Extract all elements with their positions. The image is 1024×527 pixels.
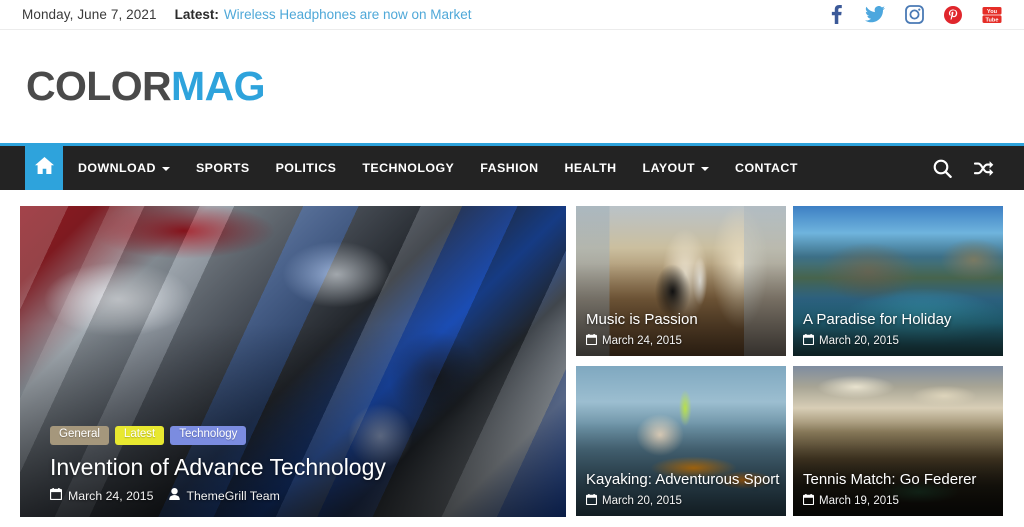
calendar-icon: [49, 488, 63, 503]
post-card-title[interactable]: Tennis Match: Go Federer: [803, 471, 1003, 489]
social-links: You Tube: [826, 5, 1002, 25]
post-card-overlay: Tennis Match: Go Federer March 19, 2015: [793, 471, 1003, 516]
svg-text:You: You: [987, 9, 998, 15]
post-card-date: March 20, 2015: [602, 495, 682, 507]
featured-post-main[interactable]: General Latest Technology Invention of A…: [20, 206, 566, 517]
logo-part-color: COLOR: [26, 63, 172, 109]
chevron-down-icon: [701, 167, 710, 171]
nav-item-contact[interactable]: CONTACT: [722, 146, 811, 190]
nav-item-layout[interactable]: LAYOUT: [630, 146, 723, 190]
nav-item-politics[interactable]: POLITICS: [263, 146, 350, 190]
post-card-date: March 24, 2015: [602, 335, 682, 347]
nav-label: DOWNLOAD: [78, 161, 156, 175]
post-card-meta: March 19, 2015: [802, 494, 1003, 508]
featured-post-meta: March 24, 2015 ThemeGrill Team: [49, 488, 566, 503]
current-date: Monday, June 7, 2021: [22, 7, 157, 22]
nav-label: POLITICS: [275, 161, 337, 175]
secondary-posts-row-top: Music is Passion March 24, 2015 A Paradi…: [576, 206, 1005, 356]
nav-item-technology[interactable]: TECHNOLOGY: [349, 146, 467, 190]
nav-item-download[interactable]: DOWNLOAD: [63, 146, 183, 190]
post-card-meta: March 20, 2015: [802, 334, 1003, 348]
post-card-music[interactable]: Music is Passion March 24, 2015: [576, 206, 786, 356]
nav-label: TECHNOLOGY: [362, 161, 455, 175]
calendar-icon: [802, 334, 815, 348]
nav-item-health[interactable]: HEALTH: [552, 146, 630, 190]
post-card-overlay: Kayaking: Adventurous Sport March 20, 20…: [576, 471, 786, 516]
home-button[interactable]: [25, 146, 63, 190]
random-post-icon[interactable]: [974, 160, 994, 177]
featured-post-title[interactable]: Invention of Advance Technology: [50, 454, 566, 481]
main-navigation: DOWNLOAD SPORTS POLITICS TECHNOLOGY FASH…: [0, 146, 1024, 190]
calendar-icon: [585, 334, 598, 348]
nav-label: CONTACT: [735, 161, 798, 175]
header-logo-area: COLORMAG: [0, 30, 1024, 143]
twitter-icon[interactable]: [865, 5, 885, 25]
category-badges: General Latest Technology: [50, 426, 566, 445]
post-card-overlay: A Paradise for Holiday March 20, 2015: [793, 311, 1003, 356]
post-date: March 24, 2015: [49, 488, 154, 503]
post-date-text: March 24, 2015: [68, 488, 154, 503]
category-badge-latest[interactable]: Latest: [114, 426, 165, 445]
post-card-overlay: Music is Passion March 24, 2015: [576, 311, 786, 356]
post-card-kayaking[interactable]: Kayaking: Adventurous Sport March 20, 20…: [576, 366, 786, 516]
calendar-icon: [802, 494, 815, 508]
nav-label: SPORTS: [195, 161, 250, 175]
search-icon[interactable]: [933, 159, 952, 178]
post-card-title[interactable]: Music is Passion: [586, 311, 786, 329]
post-author-text: ThemeGrill Team: [186, 488, 280, 503]
post-card-date: March 19, 2015: [819, 495, 899, 507]
home-icon: [34, 157, 54, 179]
post-card-meta: March 24, 2015: [585, 334, 786, 348]
nav-label: HEALTH: [564, 161, 617, 175]
post-author: ThemeGrill Team: [169, 488, 280, 503]
post-card-paradise[interactable]: A Paradise for Holiday March 20, 2015: [793, 206, 1003, 356]
nav-item-fashion[interactable]: FASHION: [467, 146, 551, 190]
secondary-posts: Music is Passion March 24, 2015 A Paradi…: [576, 206, 1005, 517]
post-card-title[interactable]: Kayaking: Adventurous Sport: [586, 471, 786, 489]
calendar-icon: [585, 494, 598, 508]
featured-posts-grid: General Latest Technology Invention of A…: [0, 190, 1024, 517]
facebook-icon[interactable]: [826, 5, 846, 25]
post-card-date: March 20, 2015: [819, 335, 899, 347]
nav-item-list: DOWNLOAD SPORTS POLITICS TECHNOLOGY FASH…: [63, 146, 811, 190]
nav-label: LAYOUT: [642, 161, 696, 175]
youtube-icon[interactable]: You Tube: [982, 5, 1002, 25]
nav-item-sports[interactable]: SPORTS: [183, 146, 263, 190]
nav-right-actions: [933, 146, 1004, 190]
secondary-posts-row-bottom: Kayaking: Adventurous Sport March 20, 20…: [576, 366, 1005, 516]
user-icon: [169, 488, 181, 503]
chevron-down-icon: [161, 167, 170, 171]
svg-text:Tube: Tube: [986, 17, 999, 23]
latest-label: Latest:: [174, 7, 219, 22]
latest-news-link[interactable]: Wireless Headphones are now on Market: [224, 7, 472, 22]
post-card-tennis[interactable]: Tennis Match: Go Federer March 19, 2015: [793, 366, 1003, 516]
instagram-icon[interactable]: [904, 5, 924, 25]
featured-post-overlay: General Latest Technology Invention of A…: [20, 426, 566, 517]
logo-part-mag: MAG: [171, 63, 265, 109]
nav-label: FASHION: [480, 161, 539, 175]
category-badge-technology[interactable]: Technology: [170, 426, 247, 445]
pinterest-icon[interactable]: [943, 5, 963, 25]
site-logo[interactable]: COLORMAG: [26, 63, 266, 109]
post-card-title[interactable]: A Paradise for Holiday: [803, 311, 1003, 329]
post-card-meta: March 20, 2015: [585, 494, 786, 508]
latest-news-ticker: Latest: Wireless Headphones are now on M…: [175, 7, 472, 22]
top-bar: Monday, June 7, 2021 Latest: Wireless He…: [0, 0, 1024, 30]
category-badge-general[interactable]: General: [50, 426, 109, 445]
